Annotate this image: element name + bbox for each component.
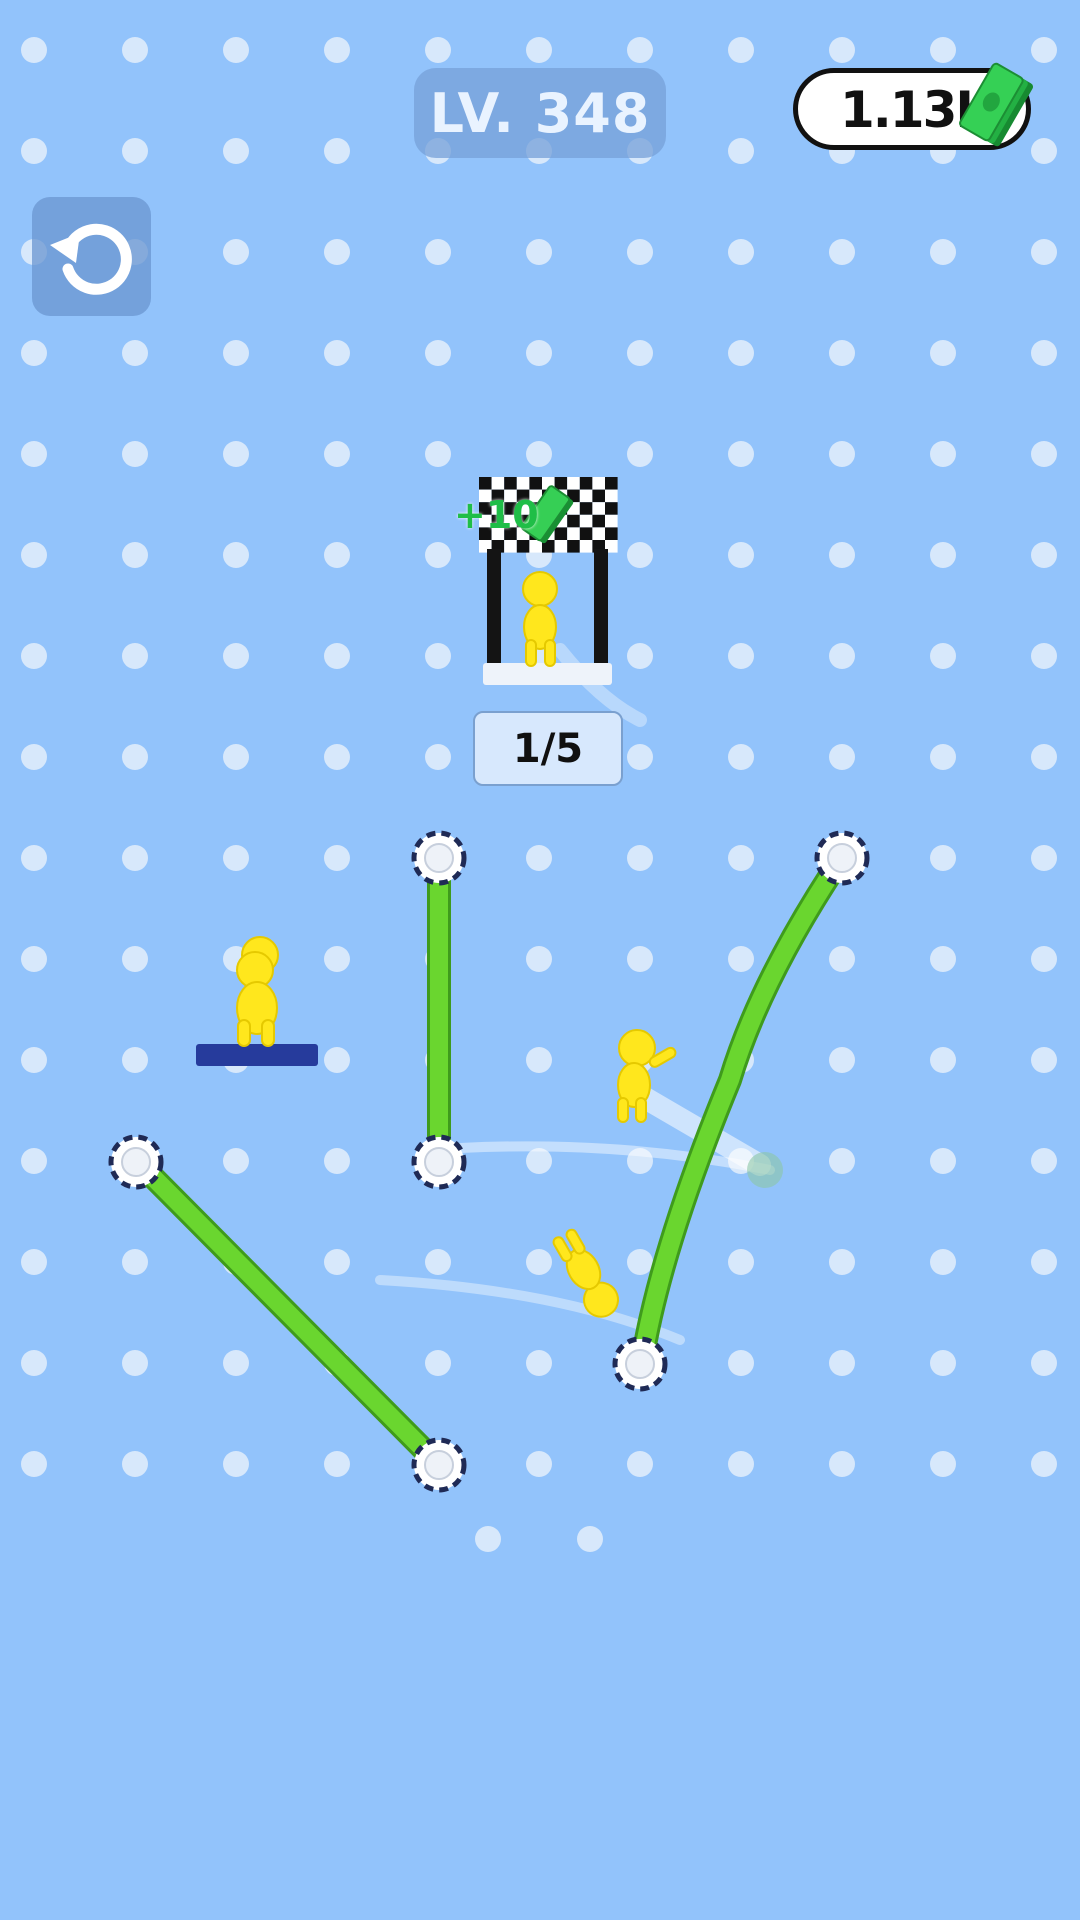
stickman-figure — [522, 571, 558, 667]
rope-anchor[interactable] — [612, 1336, 668, 1392]
stickman-figure — [236, 936, 279, 1047]
stickman-figure — [552, 1228, 619, 1318]
rope-anchor[interactable] — [411, 830, 467, 886]
rope-highlight — [127, 1151, 448, 1474]
rope-anchor[interactable] — [108, 1134, 164, 1190]
game-stage[interactable]: LV. 348 1.13K +10 1/5 — [0, 0, 1080, 1920]
rope-anchor[interactable] — [411, 1437, 467, 1493]
rope-anchor[interactable] — [411, 1134, 467, 1190]
rope-anchor[interactable] — [814, 830, 870, 886]
playfield — [108, 571, 870, 1493]
splash-effect — [747, 1152, 783, 1188]
motion-trail — [375, 1275, 685, 1345]
